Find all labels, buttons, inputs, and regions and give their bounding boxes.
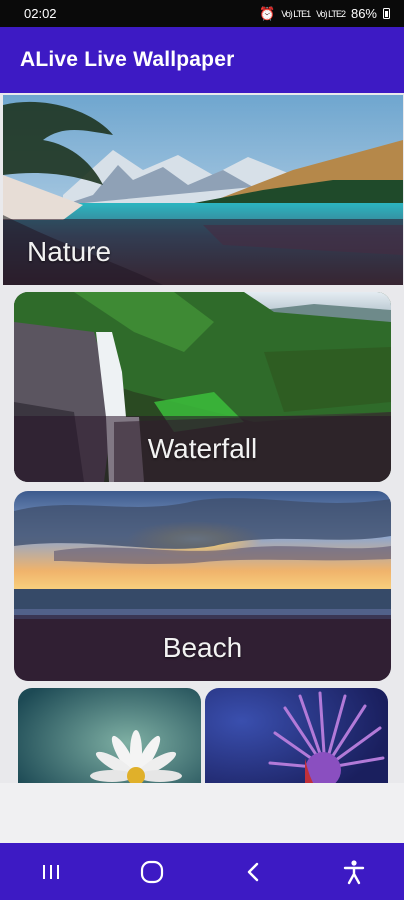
recents-icon bbox=[42, 864, 59, 879]
recents-button[interactable] bbox=[27, 852, 75, 892]
category-card-nature[interactable]: Nature bbox=[3, 95, 403, 285]
category-card-daisy[interactable] bbox=[18, 688, 201, 783]
app-title: ALive Live Wallpaper bbox=[20, 48, 235, 71]
category-list[interactable]: Nature Waterfall Beach bbox=[0, 93, 404, 783]
category-card-beach[interactable]: Beach bbox=[14, 491, 391, 681]
system-nav-bar bbox=[0, 843, 404, 900]
bottom-spacer bbox=[0, 783, 404, 843]
accessibility-icon bbox=[343, 859, 364, 884]
home-button[interactable] bbox=[128, 852, 176, 892]
alarm-icon: ⏰ bbox=[259, 5, 276, 21]
status-bar: 02:02 ⏰ Vo) LTE1 Vo) LTE2 86% bbox=[0, 0, 404, 27]
battery-icon bbox=[383, 8, 390, 19]
purple-flower-image bbox=[205, 688, 388, 783]
category-card-waterfall[interactable]: Waterfall bbox=[14, 292, 391, 482]
category-label: Waterfall bbox=[14, 416, 391, 482]
category-card-purple-flower[interactable] bbox=[205, 688, 388, 783]
back-button[interactable] bbox=[229, 852, 277, 892]
category-label: Nature bbox=[3, 219, 403, 285]
status-time: 02:02 bbox=[24, 6, 57, 21]
accessibility-button[interactable] bbox=[330, 852, 378, 892]
back-icon bbox=[247, 862, 258, 881]
daisy-image bbox=[18, 688, 201, 783]
category-label: Beach bbox=[14, 615, 391, 681]
home-icon bbox=[140, 860, 163, 883]
battery-text: 86% bbox=[350, 6, 377, 21]
status-icons: ⏰ Vo) LTE1 Vo) LTE2 86% bbox=[259, 6, 390, 22]
signal-2-icon: Vo) LTE2 bbox=[316, 8, 346, 19]
signal-1-icon: Vo) LTE1 bbox=[281, 8, 311, 19]
app-bar: ALive Live Wallpaper bbox=[0, 27, 404, 93]
